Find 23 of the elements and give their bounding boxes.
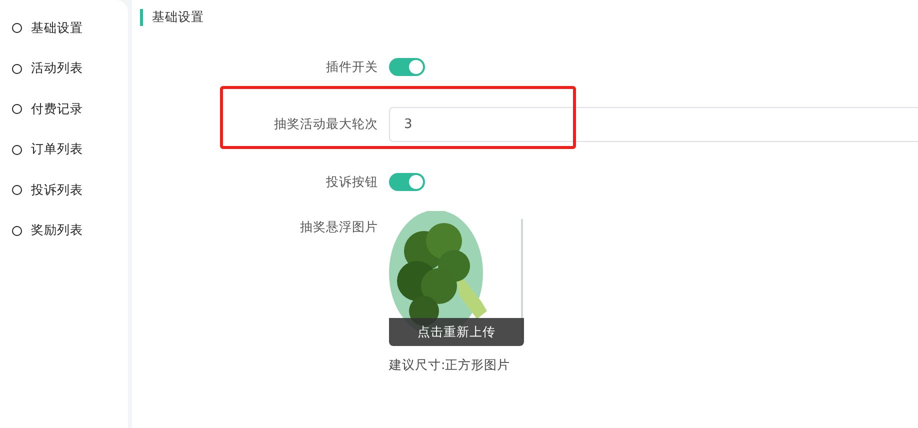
accent-bar <box>140 8 143 26</box>
sidebar-item[interactable]: 活动列表 <box>0 48 128 89</box>
reupload-button[interactable]: 点击重新上传 <box>389 318 524 346</box>
field-label: 抽奖悬浮图片 <box>299 218 379 236</box>
radio-icon <box>12 104 22 114</box>
section-title: 基础设置 <box>152 8 204 26</box>
radio-icon <box>12 23 22 34</box>
size-hint: 建议尺寸:正方形图片 <box>389 357 512 374</box>
field-label: 抽奖活动最大轮次 <box>273 116 379 133</box>
sidebar-item[interactable]: 付费记录 <box>0 89 128 130</box>
radio-icon <box>12 185 22 196</box>
toggle-switch[interactable] <box>389 173 425 191</box>
radio-icon <box>12 144 22 155</box>
sidebar-item[interactable]: 订单列表 <box>0 130 128 170</box>
sidebar-item[interactable]: 奖励列表 <box>0 210 128 251</box>
toggle-switch[interactable] <box>389 58 425 76</box>
radio-icon <box>12 226 22 236</box>
radio-icon <box>12 64 22 74</box>
field-label: 投诉按钮 <box>325 174 379 190</box>
sidebar-item[interactable]: 投诉列表 <box>0 170 128 210</box>
sidebar-item[interactable]: 基础设置 <box>0 8 128 48</box>
field-label: 插件开关 <box>325 58 379 76</box>
input-field[interactable]: 3 <box>389 107 918 142</box>
